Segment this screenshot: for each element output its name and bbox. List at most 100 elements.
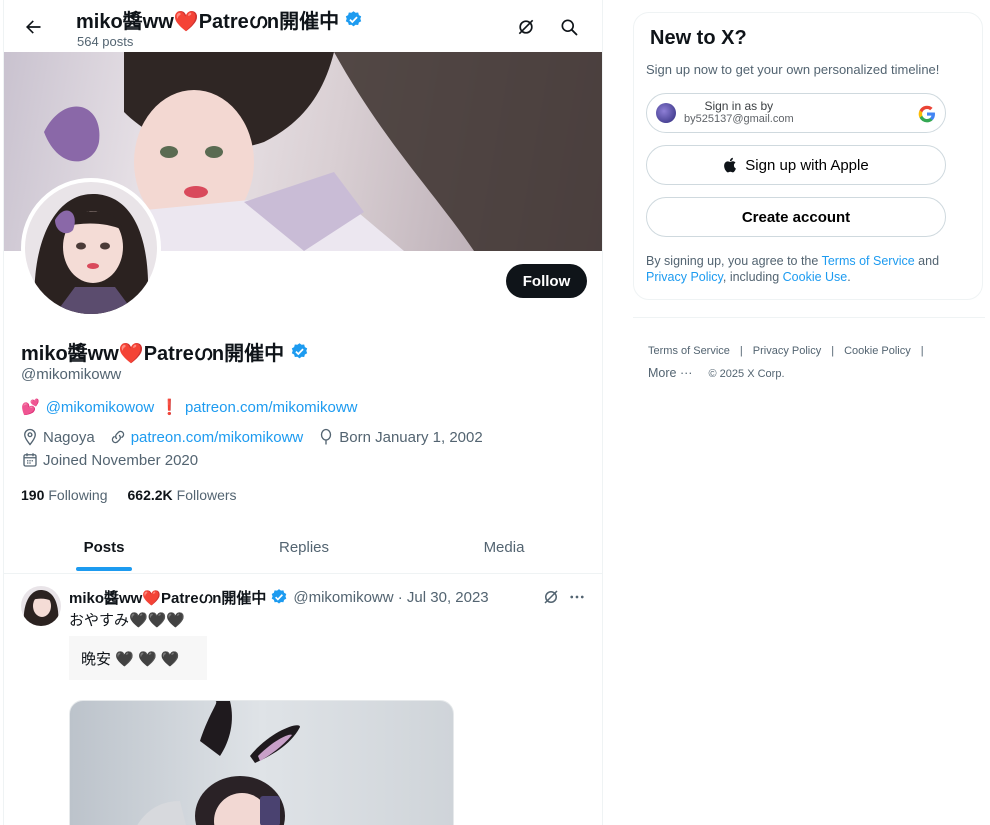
link-icon [109, 428, 127, 446]
terms-including: , including [722, 270, 783, 284]
google-signin-button[interactable]: Sign in as by by525137@gmail.com [646, 93, 946, 133]
website-item: patreon.com/mikomikoww [109, 428, 304, 446]
active-tab-indicator [76, 567, 132, 571]
followers-label: Followers [176, 487, 237, 503]
tweet-grok-button[interactable] [539, 585, 563, 609]
footer-separator: | [739, 345, 743, 357]
arrow-left-icon [26, 20, 41, 34]
following-count: 190 [21, 487, 45, 503]
apple-signup-label: Sign up with Apple [745, 156, 869, 174]
tab-media-label: Media [483, 539, 525, 556]
tab-replies-label: Replies [278, 539, 330, 556]
tweet-avatar-image [21, 586, 61, 626]
following-label: Following [48, 487, 108, 503]
verified-badge-icon [344, 10, 363, 29]
terms-and: and [914, 254, 940, 268]
calendar-icon [21, 451, 39, 469]
follow-stats: 190 Following 662.2K Followers [21, 487, 237, 503]
create-account-button[interactable]: Create account [646, 197, 946, 237]
location-pin-icon [21, 428, 39, 446]
google-email: by525137@gmail.com [684, 113, 794, 125]
tab-posts-label: Posts [83, 539, 125, 556]
profile-meta-row: Nagoya patreon.com/mikomikoww Born Janua… [21, 428, 497, 446]
header-display-name: miko醬ww❤️Patreഗn開催中 [76, 11, 340, 33]
location-text: Nagoya [43, 428, 95, 446]
tweet-handle-date[interactable]: @mikomikoww · Jul 30, 2023 [293, 589, 488, 606]
tab-replies[interactable]: Replies [204, 522, 404, 573]
footer-links-row: Terms of Service | Privacy Policy | Cookie P… [648, 340, 978, 362]
verified-badge-icon [270, 588, 289, 607]
signup-title: New to X? [650, 27, 747, 49]
search-icon [561, 19, 578, 36]
avatar-image [25, 182, 157, 314]
tab-posts[interactable]: Posts [4, 522, 204, 573]
profile-display-name-row: miko醬ww❤️Patreഗn開催中 [21, 337, 309, 366]
footer-terms-link[interactable]: Terms of Service [648, 345, 730, 357]
back-button[interactable] [16, 10, 50, 44]
profile-column: miko醬ww❤️Patreഗn開催中 564 posts Follow mik… [3, 0, 603, 825]
tweet[interactable]: miko醬ww❤️Patreഗn開催中 @mikomikoww · Jul 30… [4, 575, 602, 825]
follow-button[interactable]: Follow [506, 264, 587, 298]
search-button[interactable] [554, 12, 584, 42]
footer-copyright: © 2025 X Corp. [708, 368, 785, 380]
tweet-author-name[interactable]: miko醬ww❤️Patreഗn開催中 [69, 587, 266, 608]
bio-patreon-link[interactable]: patreon.com/mikomikoww [185, 399, 358, 416]
google-logo-icon [917, 104, 937, 124]
tweet-more-button[interactable] [565, 585, 589, 609]
cookie-use-link[interactable]: Cookie Use [783, 270, 848, 284]
tweet-text: おやすみ🖤🖤🖤 [69, 612, 186, 629]
apple-signup-button[interactable]: Sign up with Apple [646, 145, 946, 185]
signup-card: New to X? Sign up now to get your own pe… [633, 12, 983, 300]
footer-privacy-link[interactable]: Privacy Policy [753, 345, 821, 357]
bio-mention-link[interactable]: @mikomikowow [46, 399, 155, 416]
website-link[interactable]: patreon.com/mikomikoww [131, 429, 304, 446]
location-item: Nagoya [21, 428, 95, 446]
verified-badge-icon[interactable] [290, 342, 309, 361]
terms-end: . [847, 270, 851, 284]
google-account-text: Sign in as by by525137@gmail.com [684, 100, 794, 126]
profile-avatar[interactable] [21, 178, 161, 318]
balloon-icon [317, 428, 335, 446]
profile-display-name: miko醬ww❤️Patreഗn開催中 [21, 343, 285, 365]
terms-prefix: By signing up, you agree to the [646, 254, 822, 268]
header-title: miko醬ww❤️Patreഗn開催中 [76, 5, 363, 34]
footer-cookie-link[interactable]: Cookie Policy [844, 345, 911, 357]
tweet-media[interactable] [69, 700, 454, 825]
bio-emoji-hearts: 💕 [21, 399, 40, 416]
grok-button[interactable] [511, 12, 541, 42]
profile-header-bar: miko醬ww❤️Patreഗn開催中 564 posts [4, 0, 602, 52]
joined-item: Joined November 2020 [21, 451, 198, 469]
bio-emoji-exclamation: ❗ [160, 399, 179, 416]
tweet-quote-content: 晩安 🖤 🖤 🖤 [81, 650, 180, 668]
privacy-policy-link[interactable]: Privacy Policy [646, 270, 723, 284]
footer-second-row: More ··· © 2025 X Corp. [648, 362, 978, 385]
more-dots-icon [570, 595, 584, 599]
apple-logo-icon [724, 157, 737, 173]
following-link[interactable]: 190 Following [21, 487, 108, 503]
footer-separator: | [920, 345, 924, 357]
profile-bio: 💕 @mikomikowow ❗ patreon.com/mikomikoww [21, 398, 358, 417]
tweet-avatar[interactable] [21, 586, 61, 626]
profile-handle: @mikomikoww [21, 366, 122, 383]
signup-subtitle: Sign up now to get your own personalized… [646, 62, 940, 77]
footer-separator: | [831, 345, 835, 357]
terms-of-service-link[interactable]: Terms of Service [822, 254, 915, 268]
joined-row: Joined November 2020 [21, 451, 212, 469]
tweet-media-image [137, 701, 300, 825]
signup-terms: By signing up, you agree to the Terms of… [646, 253, 966, 285]
sidebar-footer: Terms of Service | Privacy Policy | Cookie P… [648, 340, 978, 385]
followers-count: 662.2K [127, 487, 173, 503]
footer-more-button[interactable]: More ··· [648, 366, 692, 380]
grok-icon [518, 19, 534, 35]
sidebar-divider [633, 317, 985, 318]
followers-link[interactable]: 662.2K Followers [128, 487, 237, 503]
birthday-item: Born January 1, 2002 [317, 428, 483, 446]
joined-text: Joined November 2020 [43, 451, 199, 469]
google-signin-label: Sign in as by [704, 99, 774, 113]
birthday-text: Born January 1, 2002 [339, 428, 483, 446]
profile-tabs: Posts Replies Media [4, 522, 602, 574]
google-account-avatar [656, 103, 676, 123]
tweet-quote-text: 晩安 🖤 🖤 🖤 [69, 636, 207, 680]
tab-media[interactable]: Media [404, 522, 602, 573]
post-count: 564 posts [77, 34, 134, 49]
